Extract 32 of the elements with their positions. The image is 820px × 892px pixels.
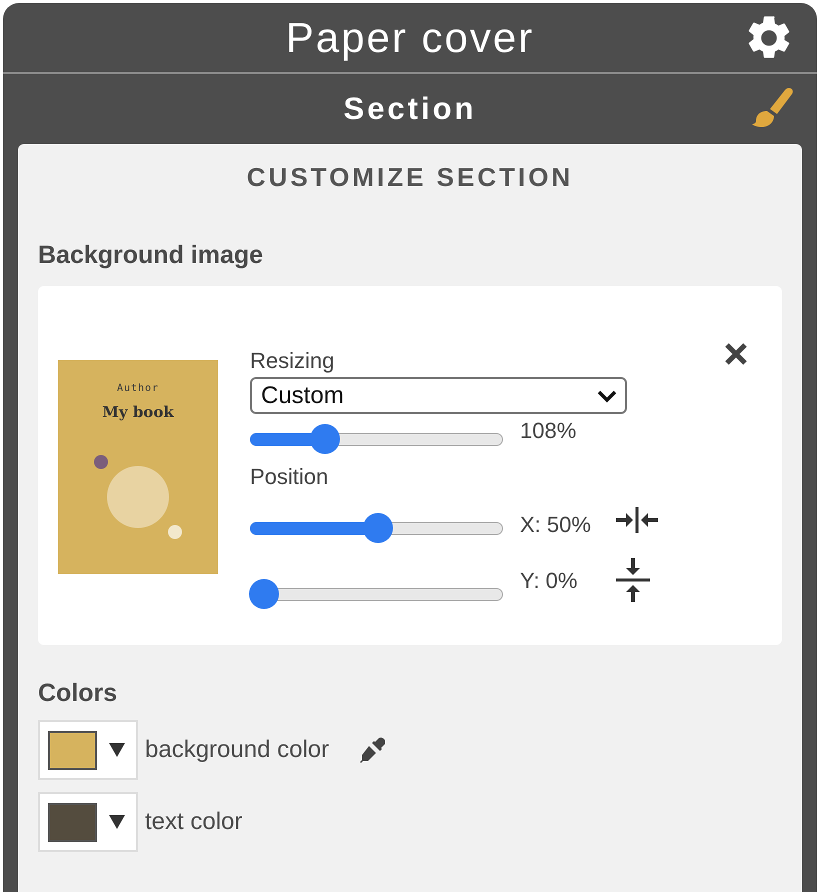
position-label: Position (250, 464, 328, 490)
panel-heading: CUSTOMIZE SECTION (246, 162, 574, 193)
cover-author: Author (116, 383, 160, 394)
chevron-down-icon (597, 388, 617, 402)
cover-title: My book (102, 403, 174, 421)
position-value: X: 50% (520, 512, 592, 538)
slider[interactable] (250, 579, 503, 609)
triangle-down-icon (109, 742, 125, 758)
window-title: Paper cover (286, 14, 534, 62)
eyedropper-icon (359, 737, 386, 763)
center-horizontal-icon[interactable] (616, 507, 658, 533)
close-button[interactable] (724, 342, 748, 366)
color-picker-button[interactable] (38, 720, 138, 780)
color-label: text color (145, 808, 242, 836)
resize-value: 108% (520, 418, 578, 444)
resizing-label: Resizing (250, 348, 334, 374)
color-label: background color (145, 736, 330, 764)
resizing-select[interactable]: Custom (250, 377, 627, 414)
triangle-down-icon (109, 814, 125, 830)
color-picker-button[interactable] (38, 792, 138, 852)
section-label: Colors (38, 679, 118, 708)
center-vertical-icon[interactable] (616, 558, 650, 602)
position-value: Y: 0% (520, 568, 578, 594)
section-title: Section (344, 91, 476, 127)
eyedropper-button[interactable] (359, 737, 386, 763)
section-label: Background image (38, 241, 264, 270)
slider-thumb[interactable] (249, 579, 279, 609)
slider[interactable] (250, 513, 503, 543)
slider-thumb[interactable] (362, 513, 392, 543)
slider[interactable] (250, 424, 503, 454)
close-icon (724, 342, 748, 366)
slider-thumb[interactable] (310, 424, 340, 454)
